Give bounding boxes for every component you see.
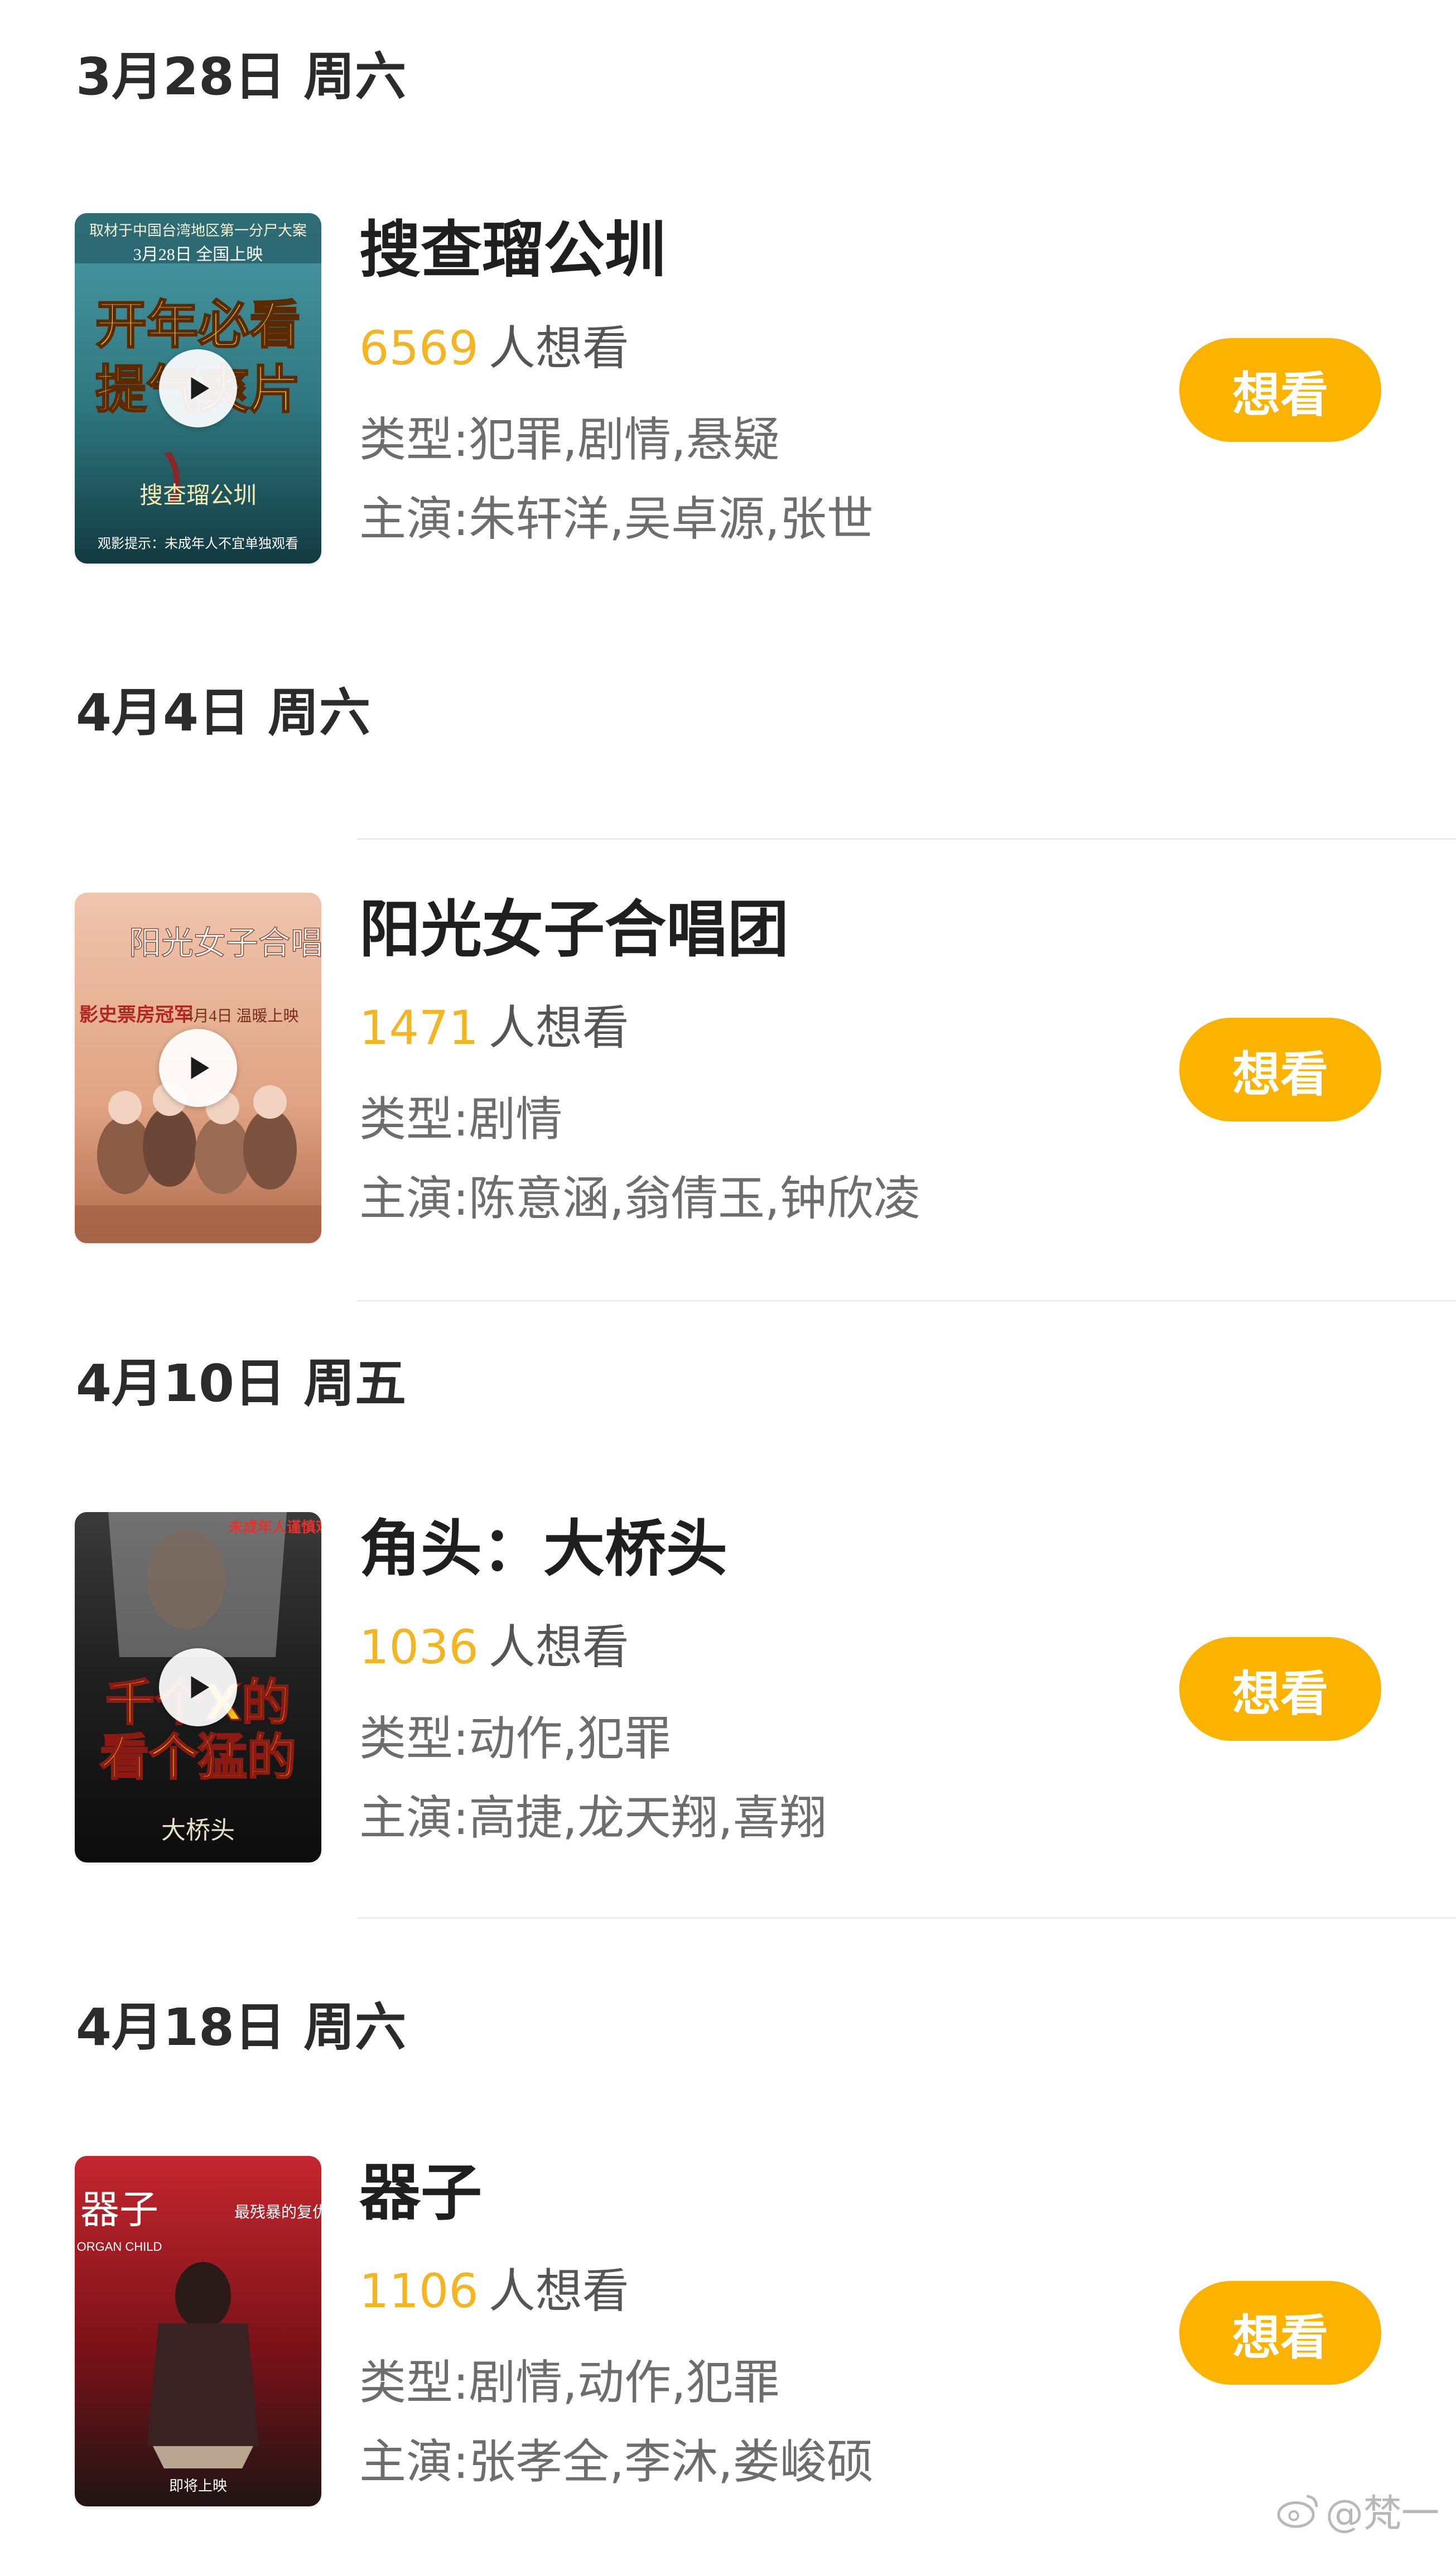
- divider: [357, 838, 1456, 840]
- movie-title[interactable]: 搜查瑠公圳: [359, 216, 666, 284]
- play-icon: [191, 377, 209, 400]
- movie-poster[interactable]: 取材于中国台湾地区第一分尸大案 3月28日 全国上映 开年必看 提气爽片 搜查瑠…: [75, 213, 321, 564]
- want-suffix: 人想看: [488, 2264, 629, 2318]
- genre-line: 类型:动作,犯罪: [359, 1711, 672, 1766]
- want-count: 1036: [359, 1620, 479, 1674]
- watermark: @梵一: [1276, 2482, 1439, 2538]
- play-icon: [191, 1057, 209, 1079]
- movie-card[interactable]: 器子 ORGAN CHILD 最残暴的复仇 即将上映 器子 1106 人想看 类型…: [0, 2156, 1456, 2513]
- movie-card[interactable]: 取材于中国台湾地区第一分尸大案 3月28日 全国上映 开年必看 提气爽片 搜查瑠…: [0, 213, 1456, 570]
- cast-line: 主演:张孝全,李沐,娄峻硕: [359, 2434, 874, 2489]
- want-count: 1106: [359, 2264, 479, 2318]
- movie-title[interactable]: 器子: [359, 2159, 482, 2227]
- poster-text-top: 取材于中国台湾地区第一分尸大案: [89, 223, 307, 239]
- poster-text-release: 即将上映: [169, 2478, 227, 2494]
- want-suffix: 人想看: [488, 1620, 629, 1674]
- play-button[interactable]: [159, 349, 237, 427]
- divider: [357, 1917, 1456, 1919]
- play-button[interactable]: [159, 1648, 237, 1726]
- poster-text-tagline: 最残暴的复仇: [234, 2203, 321, 2221]
- weibo-icon: [1277, 2494, 1318, 2528]
- poster-text-badge: 影史票房冠军: [79, 1004, 193, 1026]
- poster-text-logo: 搜查瑠公圳: [139, 483, 257, 509]
- poster-text-main1: 开年必看: [95, 295, 301, 355]
- genre-line: 类型:剧情: [359, 1092, 563, 1147]
- want-suffix: 人想看: [488, 321, 629, 376]
- date-header: 4月10日 周五: [76, 1354, 407, 1413]
- want-count-row: 1036 人想看: [359, 1624, 629, 1671]
- genre-line: 类型:犯罪,剧情,悬疑: [359, 412, 780, 467]
- poster-text-logo: 大桥头: [161, 1817, 235, 1844]
- movie-title[interactable]: 阳光女子合唱团: [359, 896, 789, 964]
- watermark-text: @梵一: [1325, 2492, 1439, 2536]
- cast-line: 主演:朱轩洋,吴卓源,张世: [359, 492, 874, 546]
- poster-text-date: 4月4日 温暖上映: [185, 1007, 298, 1025]
- want-suffix: 人想看: [488, 1000, 629, 1055]
- movie-card[interactable]: 阳光女子合唱团 影史票房冠军 4月4日 温暖上映 阳光女子合唱团 1471人想看…: [0, 893, 1456, 1250]
- want-count-row: 1106 人想看: [359, 2268, 629, 2314]
- movie-poster: 器子 ORGAN CHILD 最残暴的复仇 即将上映: [75, 2156, 321, 2506]
- play-button[interactable]: [159, 1029, 237, 1107]
- movie-poster[interactable]: 阳光女子合唱团 影史票房冠军 4月4日 温暖上映: [75, 893, 321, 1243]
- want-to-watch-button[interactable]: 想看: [1179, 1637, 1381, 1741]
- cast-line: 主演:陈意涵,翁倩玉,钟欣凌: [359, 1171, 920, 1226]
- date-header: 4月18日 周六: [76, 1998, 407, 2057]
- poster-text-main2: 看个猛的: [100, 1729, 296, 1786]
- genre-line: 类型:剧情,动作,犯罪: [359, 2355, 780, 2410]
- play-icon: [191, 1676, 209, 1698]
- date-header: 3月28日 周六: [76, 47, 407, 107]
- poster-art: 器子 ORGAN CHILD 最残暴的复仇 即将上映: [75, 2156, 321, 2506]
- want-to-watch-button[interactable]: 想看: [1179, 1018, 1381, 1122]
- cast-line: 主演:高捷,龙天翔,喜翔: [359, 1790, 827, 1845]
- poster-text-warning: 未成年人谨慎观看: [229, 1519, 321, 1536]
- poster-text-title: 器子: [80, 2189, 158, 2232]
- want-to-watch-button[interactable]: 想看: [1179, 338, 1381, 442]
- poster-text-en: ORGAN CHILD: [77, 2240, 162, 2254]
- divider: [357, 1300, 1456, 1302]
- date-header: 4月4日 周六: [76, 683, 371, 743]
- want-count: 1471: [359, 1000, 479, 1055]
- movie-card[interactable]: 未成年人谨慎观看 千个X的 看个猛的 大桥头 角头：大桥头 1036人想看 类型…: [0, 1512, 1456, 1869]
- poster-text-date: 3月28日 全国上映: [133, 246, 263, 264]
- poster-text-title: 阳光女子合唱团: [129, 925, 321, 961]
- want-count-row: 1471 人想看: [359, 1004, 629, 1051]
- want-count: 6569: [359, 321, 479, 376]
- movie-poster[interactable]: 未成年人谨慎观看 千个X的 看个猛的 大桥头: [75, 1512, 321, 1862]
- want-to-watch-button[interactable]: 想看: [1179, 2281, 1381, 2385]
- movie-title[interactable]: 角头：大桥头: [359, 1515, 727, 1583]
- want-count-row: 6569 人想看: [359, 325, 629, 372]
- poster-text-bottom: 观影提示：未成年人不宜单独观看: [98, 536, 298, 551]
